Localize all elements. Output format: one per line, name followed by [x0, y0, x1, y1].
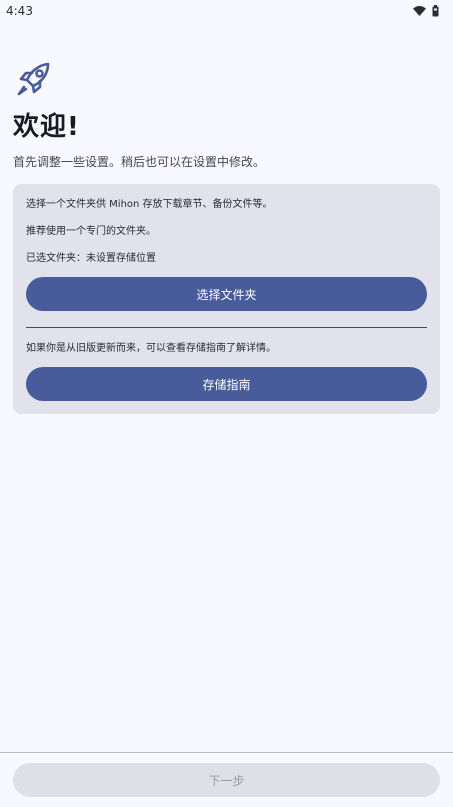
- next-button[interactable]: 下一步: [13, 763, 440, 797]
- storage-card: 选择一个文件夹供 Mihon 存放下载章节、备份文件等。 推荐使用一个专门的文件…: [13, 184, 440, 414]
- status-time: 4:43: [6, 4, 33, 18]
- divider: [26, 327, 427, 328]
- choose-folder-button[interactable]: 选择文件夹: [26, 277, 427, 311]
- page-subtitle: 首先调整一些设置。稍后也可以在设置中修改。: [13, 155, 266, 169]
- selected-folder-label: 已选文件夹：未设置存储位置: [26, 253, 156, 264]
- storage-description: 选择一个文件夹供 Mihon 存放下载章节、备份文件等。: [26, 199, 273, 210]
- page-title: 欢迎!: [13, 112, 80, 142]
- battery-icon: [432, 5, 439, 17]
- storage-guide-button[interactable]: 存储指南: [26, 367, 427, 401]
- onboarding-content: 欢迎! 首先调整一些设置。稍后也可以在设置中修改。 选择一个文件夹供 Mihon…: [0, 60, 453, 414]
- update-note: 如果你是从旧版更新而来，可以查看存储指南了解详情。: [26, 343, 276, 354]
- bottom-divider: [0, 752, 453, 753]
- wifi-icon: [413, 6, 426, 16]
- storage-recommendation: 推荐使用一个专门的文件夹。: [26, 226, 156, 237]
- rocket-icon: [15, 60, 53, 98]
- status-icons: [413, 5, 439, 17]
- status-bar: 4:43: [0, 0, 453, 22]
